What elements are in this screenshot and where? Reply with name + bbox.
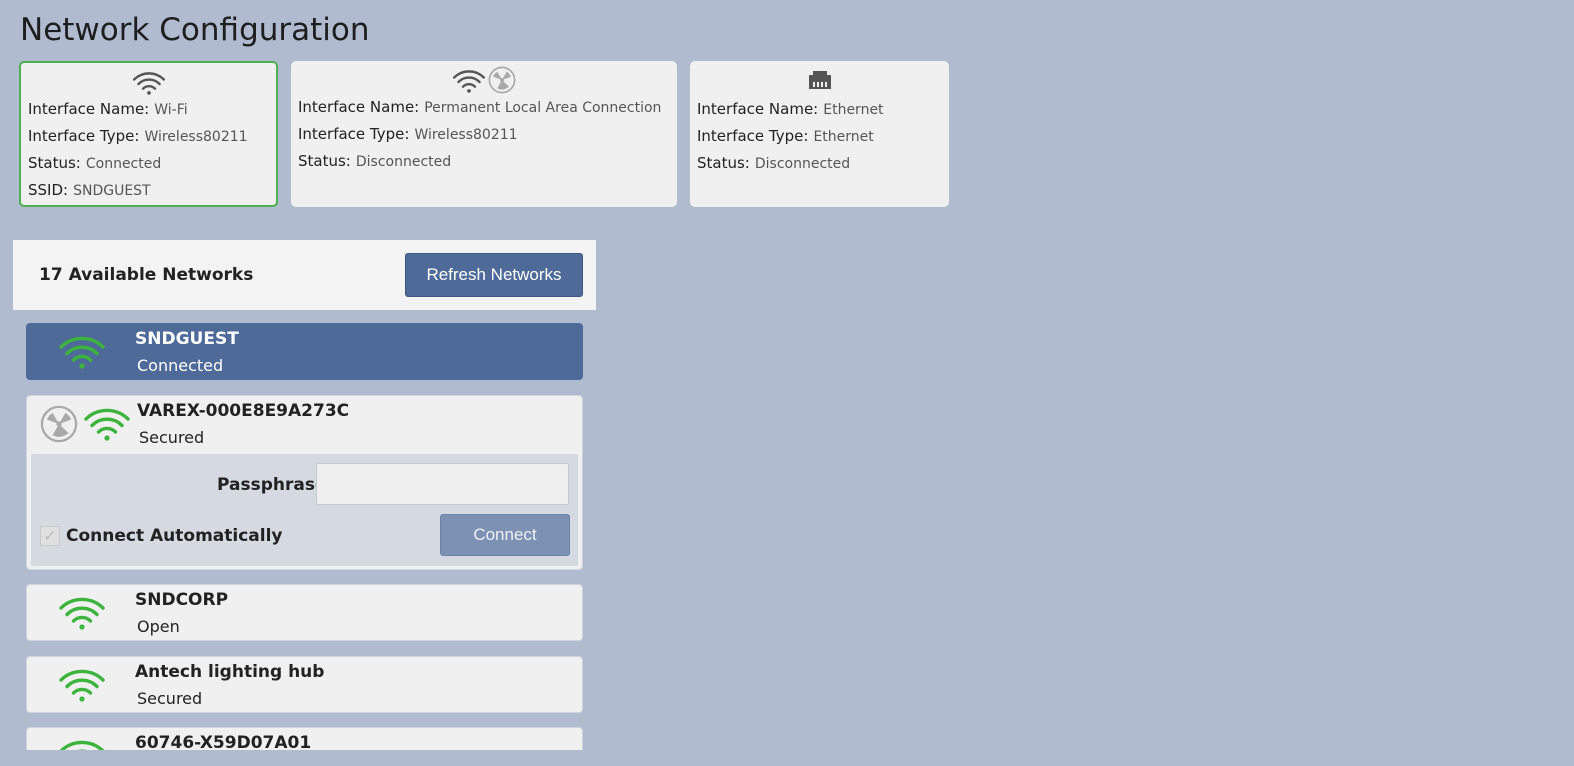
passphrase-label: Passphrase [217, 475, 327, 495]
page-title: Network Configuration [20, 12, 370, 48]
interface-card-wifi[interactable]: Interface Name: Wi-Fi Interface Type: Wire… [19, 61, 278, 207]
wifi-signal-icon [58, 595, 106, 631]
radioactive-icon [488, 66, 516, 94]
network-item-varex[interactable]: VAREX-000E8E9A273C Secured Passphrase ✓ … [26, 395, 583, 570]
interface-card-ethernet[interactable]: Interface Name: Ethernet Interface Type: E… [690, 61, 949, 207]
network-status: Open [137, 617, 180, 636]
connect-button[interactable]: Connect [440, 514, 570, 556]
wifi-signal-icon [58, 334, 106, 370]
interface-name-row: Interface Name: Permanent Local Area Conn… [298, 98, 662, 116]
interface-status-row: Status: Disconnected [298, 152, 452, 170]
interface-type-row: Interface Type: Wireless80211 [298, 125, 518, 143]
network-item-sndcorp[interactable]: SNDCORP Open [26, 584, 583, 641]
available-networks-count: 17 Available Networks [39, 265, 254, 285]
network-status: Connected [137, 356, 224, 375]
interface-status-row: Status: Connected [28, 154, 162, 172]
interface-status-row: Status: Disconnected [697, 154, 851, 172]
refresh-networks-button[interactable]: Refresh Networks [405, 253, 583, 297]
network-item-60746[interactable]: 60746-X59D07A01 [26, 727, 583, 750]
connect-automatically-checkbox[interactable]: ✓ [40, 526, 60, 546]
network-status: Secured [137, 689, 203, 708]
ethernet-icon [806, 69, 834, 91]
networks-header: 17 Available Networks Refresh Networks [13, 240, 596, 310]
network-status: Secured [139, 428, 205, 447]
interface-name-row: Interface Name: Wi-Fi [28, 100, 188, 118]
interface-type-row: Interface Type: Wireless80211 [28, 127, 248, 145]
connect-automatically-label: Connect Automatically [66, 526, 283, 546]
passphrase-input[interactable] [316, 463, 569, 505]
network-ssid: VAREX-000E8E9A273C [137, 401, 350, 421]
wifi-signal-icon [58, 667, 106, 703]
interface-type-row: Interface Type: Ethernet [697, 127, 874, 145]
network-list[interactable]: SNDGUEST Connected VAREX-000E8E9A273C Se… [26, 323, 583, 750]
wifi-signal-icon [58, 738, 106, 750]
network-ssid: Antech lighting hub [135, 662, 325, 682]
interface-ssid-row: SSID: SNDGUEST [28, 181, 151, 199]
network-ssid: SNDGUEST [135, 329, 239, 349]
radioactive-icon [40, 405, 78, 443]
wifi-signal-icon [83, 406, 131, 442]
interface-name-row: Interface Name: Ethernet [697, 100, 884, 118]
connect-form: Passphrase ✓ Connect Automatically Conne… [31, 454, 578, 566]
network-ssid: 60746-X59D07A01 [135, 733, 312, 750]
wifi-icon [452, 68, 486, 94]
network-item-antech[interactable]: Antech lighting hub Secured [26, 656, 583, 713]
network-item-sndguest[interactable]: SNDGUEST Connected [26, 323, 583, 380]
interface-card-permanent-lan[interactable]: Interface Name: Permanent Local Area Conn… [291, 61, 677, 207]
wifi-icon [132, 70, 166, 96]
network-ssid: SNDCORP [135, 590, 229, 610]
